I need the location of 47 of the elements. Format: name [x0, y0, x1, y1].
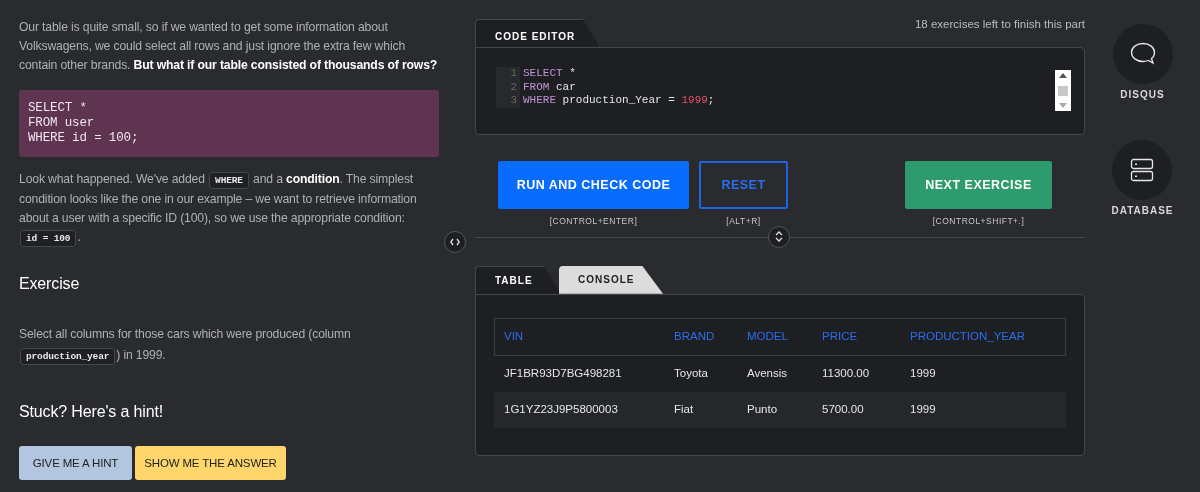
table-cell-text: Punto	[747, 402, 779, 418]
column-header: VIN	[504, 329, 525, 345]
column-header: PRICE	[822, 329, 859, 345]
line-number: 1	[496, 67, 520, 81]
sidebar-label: DISQUS	[1120, 88, 1165, 102]
database-icon	[1130, 158, 1155, 182]
progress-text: 18 exercises left to finish this part	[914, 17, 1085, 32]
section-heading: Stuck? Here's a hint!	[19, 402, 164, 421]
table-cell-text: 1999	[910, 366, 937, 382]
chat-icon	[1129, 42, 1156, 66]
table-cell-text: Avensis	[747, 366, 789, 382]
paragraph: Select all columns for those cars which were produced (column production_year ) in 1999.	[19, 324, 439, 367]
result-tab[interactable]: TABLE	[475, 265, 561, 294]
column-header: MODEL	[747, 329, 789, 345]
hint-button[interactable]: GIVE ME A HINT	[19, 446, 132, 480]
table-cell-text: Toyota	[674, 366, 709, 382]
scroll-up-icon[interactable]	[1059, 73, 1067, 78]
table-cell-text: 1999	[910, 402, 937, 418]
editor-tab[interactable]: CODE EDITOR	[475, 19, 600, 47]
shortcut-text: [ALT+R]	[726, 215, 761, 228]
scroll-thumb[interactable]	[1058, 85, 1068, 96]
answer-button[interactable]: SHOW ME THE ANSWER	[135, 446, 286, 480]
column-header: BRAND	[674, 329, 716, 345]
table-cell-text: 5700.00	[822, 402, 865, 418]
run-button[interactable]: RUN AND CHECK CODE	[498, 161, 689, 209]
table-cell-text: JF1BR93D7BG498281	[504, 366, 623, 382]
code-line: SELECT *	[522, 67, 576, 81]
collapse-button[interactable]	[444, 231, 466, 253]
up-down-icon	[775, 231, 783, 243]
column-header: PRODUCTION_YEAR	[910, 329, 1027, 345]
code-icon	[450, 238, 460, 246]
code-line: FROM car	[522, 80, 576, 94]
resize-handle[interactable]	[768, 225, 790, 248]
code-block: SELECT * FROM user WHERE id = 100;	[19, 90, 439, 157]
paragraph: Look what happened. We've added WHERE and a condition. The simplest condition looks like the one in our example – we want to retrieve information about a user with a specific ID (100), so we use the appropriate condition: id = 100 .	[19, 170, 439, 248]
code-line: WHERE production_Year = 1999;	[522, 94, 715, 108]
sidebar-label: DATABASE	[1111, 204, 1174, 218]
result-tab[interactable]: CONSOLE	[559, 265, 663, 294]
shortcut-text: [CONTROL+ENTER]	[549, 215, 638, 228]
table-cell-text: 11300.00	[822, 366, 871, 382]
paragraph: Our table is quite small, so if we wanted to get some information about Volkswagens, we could select all rows and just ignore the extra few which contain other brands. But what if our table consisted of thousands of rows?	[19, 19, 439, 74]
table-cell-text: 1G1YZ23J9P5800003	[504, 402, 619, 418]
section-heading: Exercise	[19, 274, 81, 293]
table-cell-text: Fiat	[674, 402, 695, 418]
shortcut-text: [CONTROL+SHIFT+.]	[932, 215, 1025, 228]
line-number: 3	[496, 94, 520, 108]
scrollbar[interactable]	[1055, 70, 1071, 111]
